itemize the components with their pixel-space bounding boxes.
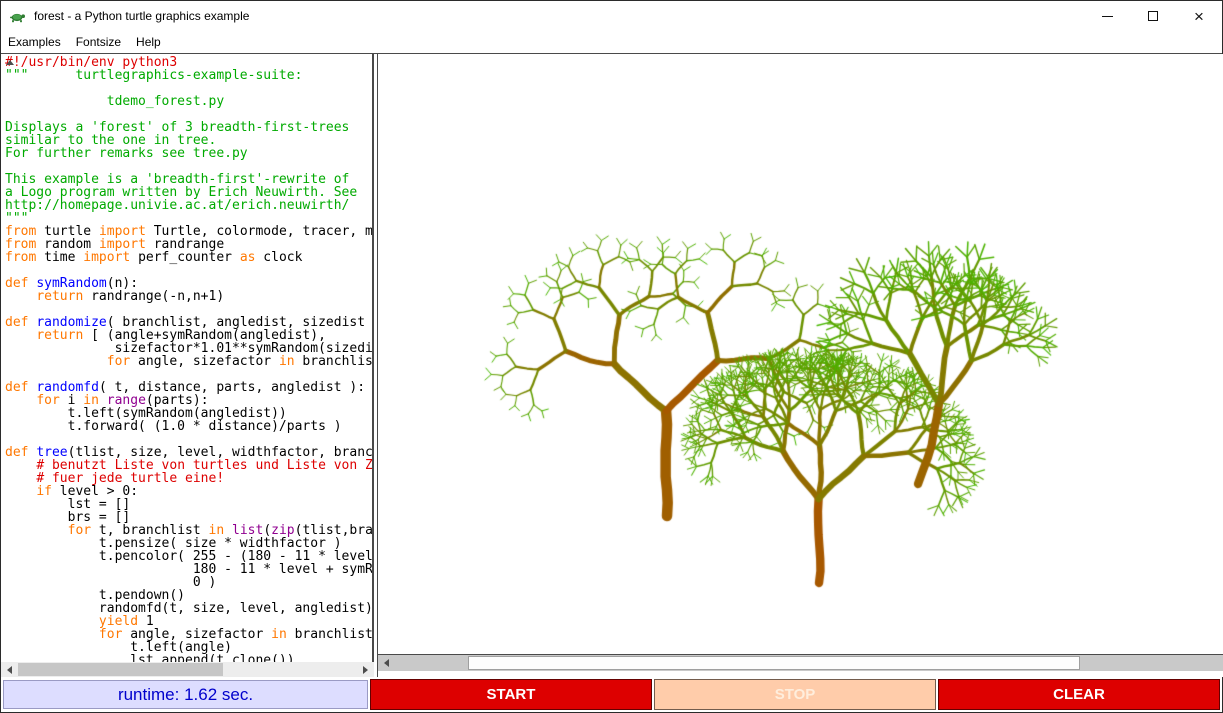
arrow-left-icon: [7, 666, 12, 674]
menu-help[interactable]: Help: [136, 35, 161, 49]
turtle-canvas[interactable]: [378, 54, 1223, 654]
menu-fontsize[interactable]: Fontsize: [76, 35, 121, 49]
code-scrollbar-horizontal[interactable]: [1, 662, 374, 677]
canvas-scroll-left-arrow[interactable]: [378, 655, 395, 671]
clear-button[interactable]: CLEAR: [938, 679, 1220, 710]
window-title: forest - a Python turtle graphics exampl…: [34, 9, 249, 23]
turtle-icon: [9, 8, 27, 24]
canvas-scrollbar-horizontal[interactable]: [378, 655, 1223, 671]
window-controls: ×: [1084, 1, 1222, 31]
scroll-right-arrow[interactable]: [357, 662, 374, 678]
close-icon: ×: [1194, 8, 1204, 25]
canvas-hscroll-thumb[interactable]: [468, 656, 1080, 670]
statusbar: runtime: 1.62 sec. START STOP CLEAR: [1, 677, 1222, 712]
start-button[interactable]: START: [370, 679, 652, 710]
code-pane: #!/usr/bin/env python3""" turtlegraphics…: [1, 54, 374, 677]
minimize-icon: [1102, 16, 1113, 17]
canvas-pane: [377, 54, 1223, 677]
app-window: forest - a Python turtle graphics exampl…: [0, 0, 1223, 713]
stop-button[interactable]: STOP: [654, 679, 936, 710]
runtime-label: runtime: 1.62 sec.: [3, 680, 368, 709]
menubar: Examples Fontsize Help: [1, 31, 1222, 53]
arrow-right-icon: [363, 666, 368, 674]
arrow-up-icon: [6, 60, 14, 65]
code-editor[interactable]: #!/usr/bin/env python3""" turtlegraphics…: [1, 54, 372, 662]
main-content: #!/usr/bin/env python3""" turtlegraphics…: [1, 53, 1222, 677]
scroll-up-arrow[interactable]: [1, 54, 18, 70]
titlebar[interactable]: forest - a Python turtle graphics exampl…: [1, 1, 1222, 31]
arrow-left-icon: [384, 659, 389, 667]
menu-examples[interactable]: Examples: [8, 35, 61, 49]
close-button[interactable]: ×: [1176, 1, 1222, 31]
maximize-icon: [1148, 11, 1158, 21]
code-hscroll-thumb[interactable]: [18, 663, 223, 676]
scroll-left-arrow[interactable]: [1, 662, 18, 678]
minimize-button[interactable]: [1084, 1, 1130, 31]
maximize-button[interactable]: [1130, 1, 1176, 31]
